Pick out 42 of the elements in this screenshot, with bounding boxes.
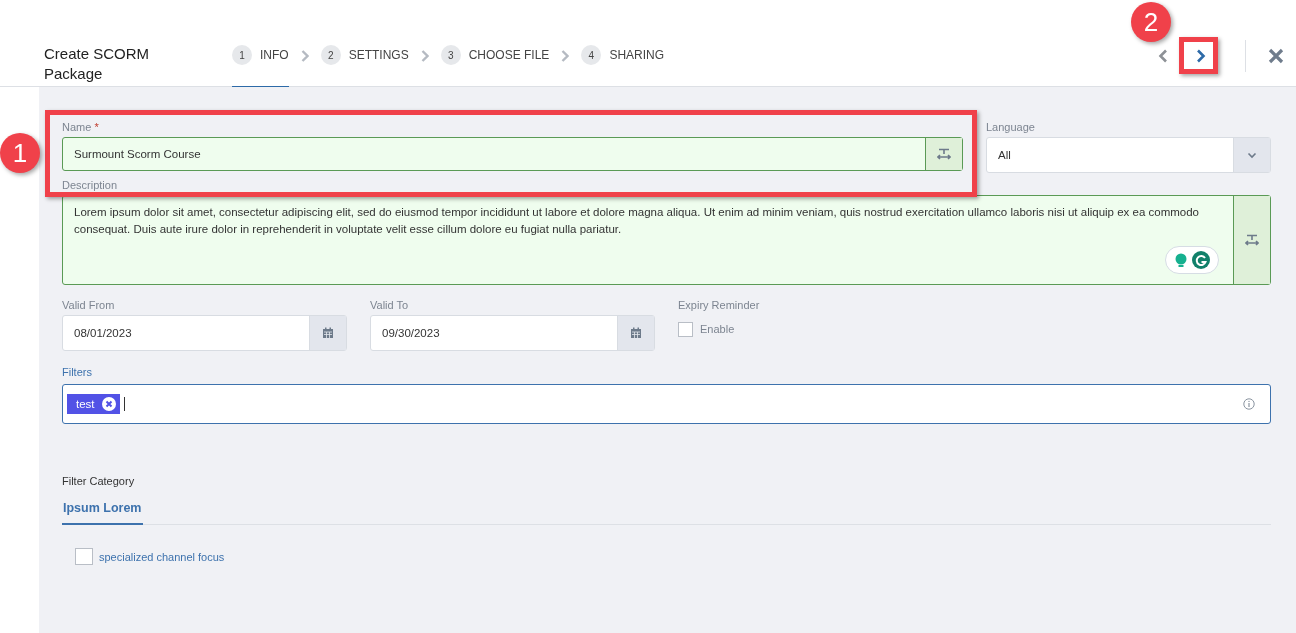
chevron-right-icon [1196,49,1206,63]
step-tab[interactable]: 3 CHOOSE FILE [440,42,550,88]
step-tab[interactable]: 4 SHARING [581,42,665,88]
highlight-frame [1179,37,1218,74]
filters-field[interactable]: test [62,384,1271,424]
name-field[interactable]: Surmount Scorm Course [62,137,963,171]
callout-badge: 1 [0,133,40,173]
checkbox[interactable] [75,548,93,565]
chevron-icon [561,50,570,62]
filter-category-label: Filter Category [62,475,136,487]
option-label: specialized channel focus [99,550,225,563]
grammar-assistant-icon[interactable] [1165,246,1219,274]
filter-tag: test [67,394,120,414]
description-text: Lorem ipsum dolor sit amet, consectetur adipiscing elit, sed do eiusmod tempor incididunt ut labore et dolore magna aliqua. Ut enim ad minim veniam, quis nostrud exercitation ullamco laboris nisi ut aliquip ex ea commodo consequat. Duis aute irure dolor in reprehenderit in voluptate velit esse cillum dolore eu fugiat nulla pariatur. [74,206,1199,235]
callout-badge: 2 [1131,2,1171,42]
text-direction-icon[interactable] [925,138,962,170]
close-icon [1268,48,1284,64]
chevron-down-icon [1247,151,1257,159]
info-icon[interactable] [1243,398,1255,410]
chevron-icon [300,50,309,62]
filters-label: Filters [62,366,93,380]
name-label: Name * [62,121,100,135]
expiry-reminder-label: Expiry Reminder [678,299,760,313]
remove-icon[interactable] [101,397,116,411]
date-field[interactable]: 09/30/2023 [370,315,655,351]
text-direction-icon[interactable] [1233,196,1270,284]
step-tab[interactable]: 2 SETTINGS [320,42,409,88]
description-label: Description [62,179,119,193]
date-field[interactable]: 08/01/2023 [62,315,347,351]
date-label: Valid To [370,299,410,313]
language-label: Language [986,121,1036,135]
date-label: Valid From [62,299,116,313]
calendar-icon[interactable] [309,316,346,350]
chevron-icon [420,50,429,62]
description-field[interactable] [62,195,1271,285]
calendar-icon[interactable] [617,316,654,350]
enable-label: Enable [700,323,735,335]
chevron-left-icon [1158,49,1168,63]
checkbox[interactable] [678,321,693,337]
category-tab[interactable]: Ipsum Lorem [62,501,143,525]
language-dropdown[interactable]: All [986,137,1271,173]
dialog-title: Create SCORM Package [44,44,151,84]
